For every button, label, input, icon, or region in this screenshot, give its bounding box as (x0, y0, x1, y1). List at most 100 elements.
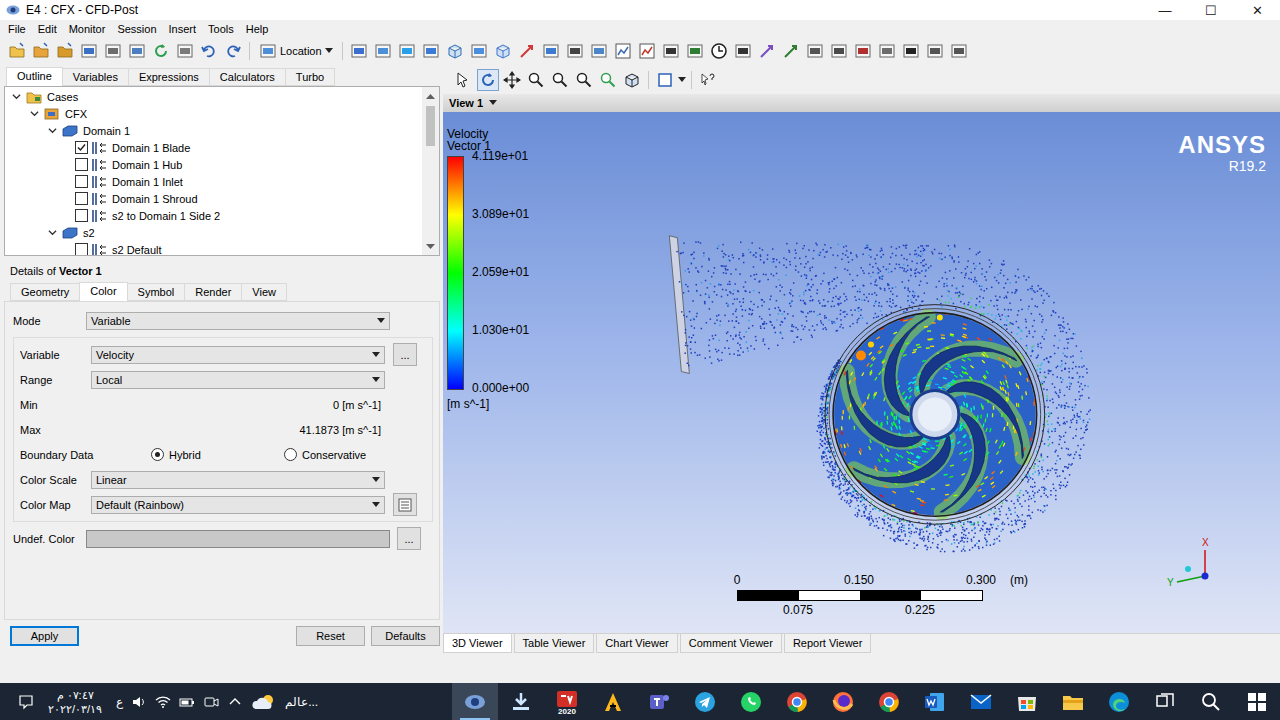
toolbar-button[interactable] (78, 40, 100, 62)
toolbar-button[interactable] (900, 40, 922, 62)
window-control[interactable]: — (1142, 0, 1188, 20)
toolbar-button[interactable] (540, 40, 562, 62)
tree-item[interactable]: Domain 1 Blade (5, 139, 422, 156)
visibility-checkbox[interactable] (75, 175, 88, 188)
tree-item[interactable]: s2 Default (5, 241, 422, 255)
menu-item[interactable]: Monitor (63, 21, 112, 37)
visibility-checkbox[interactable] (75, 243, 88, 255)
toolbar-button[interactable] (924, 40, 946, 62)
clock[interactable]: ٠٧:٤٧ م٢٠٢٢/٠٣/١٩ (42, 688, 108, 716)
toolbar-button[interactable] (102, 40, 124, 62)
menu-item[interactable]: File (2, 21, 32, 37)
visibility-checkbox[interactable] (75, 141, 88, 154)
browse-button[interactable]: ... (393, 343, 417, 366)
tree-item[interactable]: CFX (5, 105, 422, 122)
dropdown[interactable]: Default (Rainbow) (91, 496, 385, 514)
toolbar-button[interactable] (150, 40, 172, 62)
tree-item[interactable]: Domain 1 Shroud (5, 190, 422, 207)
viewer-tool[interactable] (597, 69, 619, 91)
taskbar-app[interactable] (820, 683, 866, 720)
toolbar-button[interactable] (396, 40, 418, 62)
edit-colormap-button[interactable] (393, 493, 417, 516)
viewer-tool[interactable] (453, 69, 475, 91)
taskbar-app[interactable] (590, 683, 636, 720)
outline-tab[interactable]: Calculators (209, 68, 286, 86)
tree-item[interactable]: Cases (5, 88, 422, 105)
weather-text[interactable]: عالم... (285, 695, 318, 709)
viewer-tab[interactable]: Report Viewer (784, 634, 872, 653)
tree-item[interactable]: s2 to Domain 1 Side 2 (5, 207, 422, 224)
toolbar-button[interactable] (30, 40, 52, 62)
taskbar-app[interactable] (1234, 683, 1280, 720)
toolbar-button[interactable] (636, 40, 658, 62)
taskbar-app[interactable] (1050, 683, 1096, 720)
menu-item[interactable]: Tools (202, 21, 240, 37)
toolbar-button[interactable] (732, 40, 754, 62)
dropdown[interactable]: Variable (86, 312, 390, 330)
menu-item[interactable]: Session (111, 21, 162, 37)
toolbar-button[interactable] (588, 40, 610, 62)
details-tab[interactable]: View (241, 283, 287, 301)
toolbar-button[interactable] (492, 40, 514, 62)
outline-tab[interactable]: Outline (6, 67, 63, 86)
tree-item[interactable]: Domain 1 Inlet (5, 173, 422, 190)
taskbar-app[interactable] (452, 683, 498, 720)
toolbar-button[interactable] (516, 40, 538, 62)
toolbar-button[interactable] (852, 40, 874, 62)
taskbar-app[interactable] (682, 683, 728, 720)
toolbar-button[interactable] (468, 40, 490, 62)
toolbar-button[interactable] (372, 40, 394, 62)
taskbar-app[interactable] (866, 683, 912, 720)
taskbar-app[interactable] (728, 683, 774, 720)
taskbar-app[interactable] (1188, 683, 1234, 720)
toolbar-button[interactable] (564, 40, 586, 62)
pump-render[interactable] (443, 112, 1280, 633)
scroll-up[interactable] (422, 87, 439, 104)
toolbar-button[interactable] (684, 40, 706, 62)
radio-button[interactable] (284, 448, 297, 461)
taskbar-app[interactable] (1142, 683, 1188, 720)
window-control[interactable]: ✕ (1234, 0, 1280, 20)
view-selector[interactable]: View 1 (443, 94, 1280, 112)
toolbar-button[interactable] (6, 40, 28, 62)
details-tab[interactable]: Render (184, 283, 242, 301)
tree-expander[interactable] (9, 90, 23, 104)
dropdown[interactable]: Velocity (91, 346, 385, 364)
window-control[interactable]: ☐ (1188, 0, 1234, 20)
action-button[interactable]: Reset (296, 626, 365, 646)
viewer-tab[interactable]: Comment Viewer (680, 634, 782, 653)
toolbar-button[interactable] (948, 40, 970, 62)
viewer-tool[interactable] (621, 69, 643, 91)
tree-expander[interactable] (45, 226, 59, 240)
details-tab[interactable]: Color (79, 282, 127, 301)
viewport-layout-button[interactable] (654, 69, 676, 91)
outline-tab[interactable]: Expressions (128, 68, 210, 86)
toolbar-button[interactable] (222, 40, 244, 62)
menu-item[interactable]: Insert (163, 21, 203, 37)
viewer-tab[interactable]: Table Viewer (514, 634, 595, 653)
viewer-tool[interactable] (573, 69, 595, 91)
toolbar-button[interactable] (54, 40, 76, 62)
toolbar-button[interactable] (756, 40, 778, 62)
dropdown[interactable]: Local (91, 371, 385, 389)
scroll-thumb[interactable] (426, 106, 435, 146)
toolbar-button[interactable] (660, 40, 682, 62)
outline-tab[interactable]: Variables (62, 68, 129, 86)
tree-scrollbar[interactable] (422, 87, 439, 255)
browse-button[interactable]: ... (397, 527, 421, 550)
toolbar-button[interactable] (126, 40, 148, 62)
menu-item[interactable]: Help (240, 21, 275, 37)
viewer-tab[interactable]: Chart Viewer (596, 634, 677, 653)
visibility-checkbox[interactable] (75, 192, 88, 205)
toolbar-button[interactable] (174, 40, 196, 62)
scroll-down[interactable] (422, 238, 439, 255)
menu-item[interactable]: Edit (32, 21, 63, 37)
tree-item[interactable]: Domain 1 Hub (5, 156, 422, 173)
tree-expander[interactable] (45, 124, 59, 138)
toolbar-button[interactable] (876, 40, 898, 62)
taskbar-app[interactable] (1004, 683, 1050, 720)
radio-button[interactable] (151, 448, 164, 461)
taskbar-app[interactable] (1096, 683, 1142, 720)
taskbar-app[interactable] (912, 683, 958, 720)
toolbar-button[interactable] (804, 40, 826, 62)
